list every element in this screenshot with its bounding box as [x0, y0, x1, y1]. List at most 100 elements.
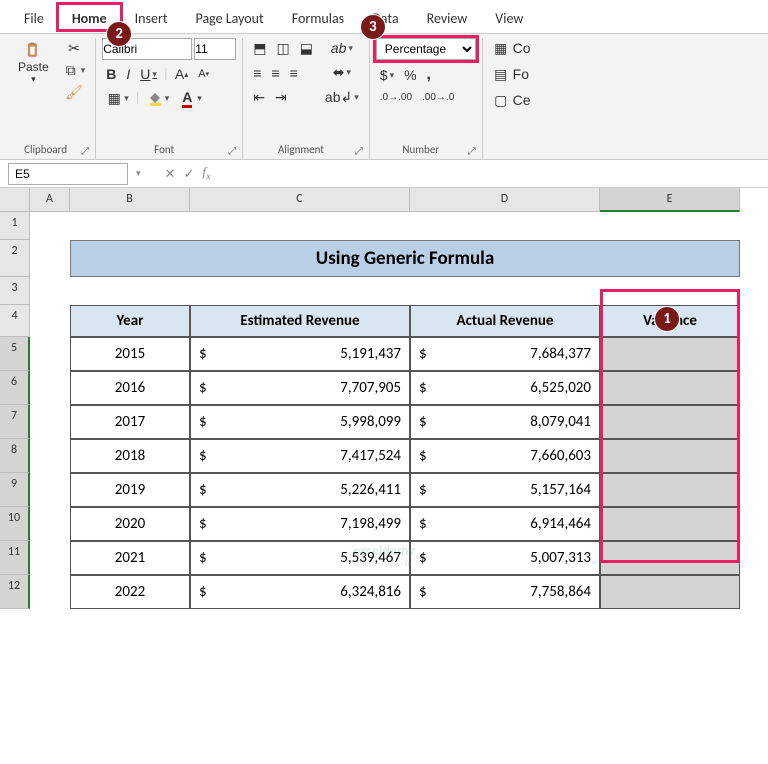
bold-button[interactable]: B — [102, 64, 120, 84]
tab-file[interactable]: File — [10, 4, 58, 33]
cell-A9[interactable] — [30, 473, 70, 507]
row-header-3[interactable]: 3 — [0, 277, 30, 305]
align-top-button[interactable]: ⬒ — [249, 38, 270, 59]
tab-formulas[interactable]: Formulas — [278, 4, 358, 33]
decrease-font-button[interactable]: A▾ — [194, 66, 213, 82]
cancel-formula-button[interactable]: ✕ — [161, 164, 180, 184]
col-header-A[interactable]: A — [30, 188, 70, 212]
cell-E3[interactable] — [600, 277, 740, 305]
row-header-11[interactable]: 11 — [0, 541, 30, 575]
row-header-10[interactable]: 10 — [0, 507, 30, 541]
cell-A5[interactable] — [30, 337, 70, 371]
cell-A2[interactable] — [30, 240, 70, 277]
fill-color-button[interactable] — [143, 88, 174, 108]
format-painter-button[interactable]: 🖌 — [59, 82, 90, 102]
variance-cell[interactable] — [600, 439, 740, 473]
col-header-C[interactable]: C — [190, 188, 410, 212]
enter-formula-button[interactable]: ✓ — [179, 164, 198, 184]
tab-page-layout[interactable]: Page Layout — [182, 4, 278, 33]
align-left-button[interactable]: ≡ — [249, 63, 265, 83]
col-header-E[interactable]: E — [600, 188, 740, 212]
increase-font-button[interactable]: A▴ — [171, 64, 192, 84]
copy-button[interactable]: ⧉ — [59, 60, 90, 80]
font-color-button[interactable]: A — [175, 88, 206, 108]
align-bottom-button[interactable]: ⬓ — [296, 38, 317, 59]
estimated-cell: $7,198,499 — [190, 507, 410, 541]
paste-button[interactable]: Paste ▾ — [12, 38, 55, 89]
borders-button[interactable]: ▦ — [102, 88, 133, 108]
increase-decimal-button[interactable]: .0→.00 — [376, 90, 416, 105]
cell-B1[interactable] — [70, 212, 190, 240]
alignment-launcher-icon[interactable]: ⤢ — [355, 144, 363, 159]
cell-D3[interactable] — [410, 277, 600, 305]
cell-A3[interactable] — [30, 277, 70, 305]
row-header-12[interactable]: 12 — [0, 575, 30, 609]
cell-A10[interactable] — [30, 507, 70, 541]
percent-format-button[interactable]: % — [400, 65, 420, 85]
cell-B3[interactable] — [70, 277, 190, 305]
align-center-icon: ≡ — [271, 65, 279, 81]
decrease-decimal-button[interactable]: .00→.0 — [418, 90, 458, 105]
row-header-4[interactable]: 4 — [0, 305, 30, 337]
decrease-indent-button[interactable]: ⇤ — [249, 87, 269, 108]
cell-D1[interactable] — [410, 212, 600, 240]
variance-cell[interactable] — [600, 371, 740, 405]
row-header-2[interactable]: 2 — [0, 240, 30, 277]
row-header-1[interactable]: 1 — [0, 212, 30, 240]
cell-A11[interactable] — [30, 541, 70, 575]
insert-function-button[interactable]: fx — [198, 162, 214, 185]
cell-styles-button[interactable]: ▢ Ce — [489, 90, 535, 110]
cell-C1[interactable] — [190, 212, 410, 240]
italic-button[interactable]: I — [122, 64, 134, 84]
cut-button[interactable]: ✂ — [59, 38, 90, 58]
variance-cell[interactable] — [600, 575, 740, 609]
number-launcher-icon[interactable]: ⤢ — [468, 144, 476, 159]
variance-cell[interactable] — [600, 405, 740, 439]
cell-A8[interactable] — [30, 439, 70, 473]
align-bottom-icon: ⬓ — [300, 40, 313, 57]
accounting-format-button[interactable]: $ — [376, 65, 398, 85]
merge-button[interactable]: ⬌ — [321, 62, 363, 83]
variance-cell[interactable] — [600, 507, 740, 541]
orientation-button[interactable]: ab — [321, 38, 363, 58]
cell-E1[interactable] — [600, 212, 740, 240]
font-color-icon: A — [179, 90, 195, 106]
cell-A12[interactable] — [30, 575, 70, 609]
cell-C3[interactable] — [190, 277, 410, 305]
col-header-B[interactable]: B — [70, 188, 190, 212]
cell-A1[interactable] — [30, 212, 70, 240]
clipboard-launcher-icon[interactable]: ⤢ — [81, 144, 89, 159]
col-header-D[interactable]: D — [410, 188, 600, 212]
tab-review[interactable]: Review — [413, 4, 482, 33]
row-header-9[interactable]: 9 — [0, 473, 30, 507]
variance-cell[interactable] — [600, 541, 740, 575]
row-header-8[interactable]: 8 — [0, 439, 30, 473]
comma-format-button[interactable]: , — [423, 64, 435, 86]
align-center-button[interactable]: ≡ — [267, 63, 283, 83]
font-size-select[interactable] — [194, 38, 236, 60]
increase-indent-button[interactable]: ⇥ — [271, 87, 291, 108]
tab-view[interactable]: View — [481, 4, 537, 33]
variance-cell[interactable] — [600, 473, 740, 507]
wrap-text-button[interactable]: ab↲ — [321, 87, 363, 108]
x-icon: ✕ — [165, 166, 176, 182]
format-as-table-button[interactable]: ▤ Fo — [489, 64, 533, 84]
cell-A7[interactable] — [30, 405, 70, 439]
font-launcher-icon[interactable]: ⤢ — [228, 144, 236, 159]
align-right-button[interactable]: ≡ — [286, 63, 302, 83]
row-header-5[interactable]: 5 — [0, 337, 30, 371]
spreadsheet-grid[interactable]: ABCDE12Using Generic Formula34YearEstima… — [0, 188, 768, 609]
variance-cell[interactable] — [600, 337, 740, 371]
number-format-select[interactable]: Percentage — [376, 38, 476, 60]
cell-A6[interactable] — [30, 371, 70, 405]
select-all-corner[interactable] — [0, 188, 30, 212]
row-header-7[interactable]: 7 — [0, 405, 30, 439]
row-header-6[interactable]: 6 — [0, 371, 30, 405]
cell-A4[interactable] — [30, 305, 70, 337]
name-box[interactable] — [8, 163, 128, 185]
conditional-formatting-button[interactable]: ▦ Co — [489, 38, 535, 58]
formula-input[interactable] — [215, 163, 768, 185]
outdent-icon: ⇤ — [253, 89, 265, 106]
align-middle-button[interactable]: ◫ — [272, 38, 293, 59]
underline-button[interactable]: U — [136, 64, 161, 84]
